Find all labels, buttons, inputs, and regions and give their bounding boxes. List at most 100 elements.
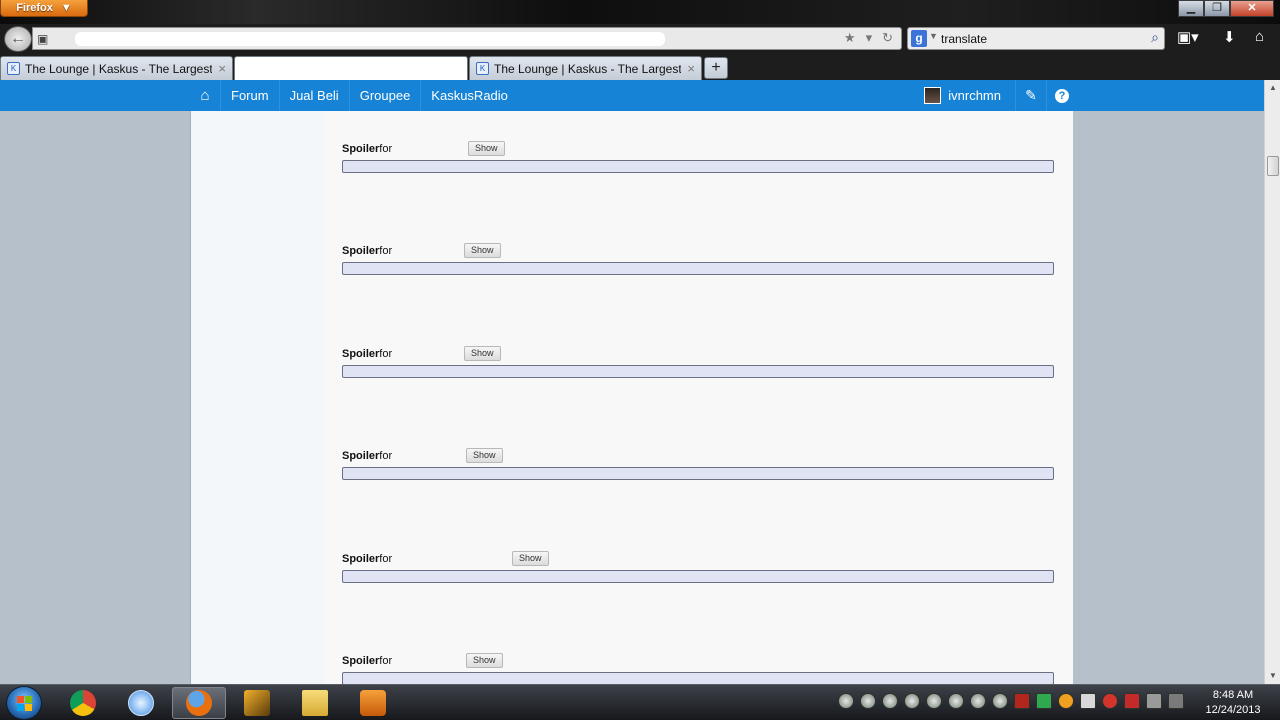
spoiler-for-label: for bbox=[379, 143, 393, 155]
close-window-button[interactable]: ✕ bbox=[1230, 0, 1274, 17]
spoiler-header: Spoiler for bbox=[342, 551, 392, 567]
spoiler-block: Spoiler for Show bbox=[342, 243, 1054, 283]
nav-jual-beli[interactable]: Jual Beli bbox=[278, 80, 349, 111]
pencil-icon[interactable]: ✎ bbox=[1015, 80, 1046, 111]
help-button[interactable]: ? bbox=[1046, 80, 1077, 111]
spoiler-header: Spoiler for bbox=[342, 448, 392, 464]
tray-flag-icon[interactable] bbox=[1080, 693, 1096, 709]
spoiler-show-button[interactable]: Show bbox=[464, 346, 501, 361]
spoiler-block: Spoiler for Show bbox=[342, 551, 1054, 591]
tray-globe-icon[interactable] bbox=[882, 693, 898, 709]
clock-time: 8:48 AM bbox=[1212, 689, 1254, 701]
tab-active-redacted[interactable] bbox=[234, 56, 468, 80]
tray-globe-icon[interactable] bbox=[926, 693, 942, 709]
tray-globe-icon[interactable] bbox=[860, 693, 876, 709]
tab-lounge-2[interactable]: K The Lounge | Kaskus - The Largest In..… bbox=[469, 56, 702, 80]
media-player-icon[interactable] bbox=[346, 687, 400, 719]
bookmarks-menu-icon[interactable]: ▣▾ bbox=[1177, 28, 1199, 46]
volume-icon[interactable] bbox=[1146, 693, 1162, 709]
new-tab-button[interactable]: + bbox=[704, 57, 728, 79]
tray-globe-icon[interactable] bbox=[992, 693, 1008, 709]
avatar[interactable] bbox=[924, 87, 942, 104]
taskbar-clock[interactable]: 8:48 AM 12/24/2013 bbox=[1198, 688, 1268, 718]
spoiler-for-label: for bbox=[379, 655, 393, 667]
bookmark-star-icon[interactable]: ★ bbox=[844, 30, 856, 46]
downloads-icon[interactable]: ⬇ bbox=[1223, 28, 1236, 46]
spoiler-block: Spoiler for Show bbox=[342, 141, 1054, 181]
scroll-up-arrow-icon[interactable]: ▲ bbox=[1265, 80, 1280, 96]
help-icon: ? bbox=[1055, 88, 1069, 103]
tray-person-icon[interactable] bbox=[1014, 693, 1030, 709]
network-icon[interactable] bbox=[1168, 693, 1184, 709]
search-input[interactable]: translate bbox=[941, 32, 987, 46]
maximize-button[interactable]: ❐ bbox=[1204, 0, 1230, 17]
kaskus-favicon-icon: K bbox=[476, 62, 489, 75]
nav-kaskus-radio[interactable]: KaskusRadio bbox=[420, 80, 518, 111]
spoiler-header: Spoiler for bbox=[342, 346, 392, 362]
windows-taskbar: 8:48 AM 12/24/2013 bbox=[0, 684, 1280, 720]
post-content: Spoiler for Show Spoiler for Show Spoiler f… bbox=[324, 111, 1074, 684]
spoiler-show-button[interactable]: Show bbox=[466, 653, 503, 668]
start-button[interactable] bbox=[6, 686, 42, 720]
nav-groupee[interactable]: Groupee bbox=[348, 80, 421, 111]
spoiler-content-box bbox=[342, 467, 1054, 480]
back-button[interactable]: ← bbox=[4, 26, 32, 52]
page-scrollbar[interactable]: ▲ ▼ bbox=[1264, 80, 1280, 684]
firefox-icon[interactable] bbox=[172, 687, 226, 719]
spoiler-content-box bbox=[342, 672, 1054, 684]
file-explorer-icon[interactable] bbox=[288, 687, 342, 719]
tray-globe-icon[interactable] bbox=[838, 693, 854, 709]
tray-red-circle-icon[interactable] bbox=[1102, 693, 1118, 709]
tab-strip: K The Lounge | Kaskus - The Largest In..… bbox=[0, 54, 1280, 80]
tab-close-icon[interactable]: × bbox=[687, 61, 695, 76]
url-bar[interactable]: ▣ ★ ▾ ↻ bbox=[32, 27, 902, 50]
search-go-icon[interactable]: ⌕ bbox=[1151, 29, 1159, 46]
firefox-menu-button[interactable]: Firefox ▼ bbox=[0, 0, 88, 17]
tab-lounge-1[interactable]: K The Lounge | Kaskus - The Largest In..… bbox=[0, 56, 233, 80]
history-dropdown-icon[interactable]: ▾ bbox=[866, 30, 873, 46]
nav-forum[interactable]: Forum bbox=[220, 80, 279, 111]
tray-orange-icon[interactable] bbox=[1058, 693, 1074, 709]
user-area: ivnrchmn ✎ ? bbox=[924, 80, 1077, 111]
kaskus-top-bar: ⌂ Forum Jual Beli Groupee KaskusRadio iv… bbox=[0, 80, 1264, 111]
spoiler-block: Spoiler for Show bbox=[342, 448, 1054, 488]
search-bar[interactable]: g ▼ translate ⌕ bbox=[907, 27, 1165, 50]
winamp-icon[interactable] bbox=[230, 687, 284, 719]
spoiler-show-button[interactable]: Show bbox=[512, 551, 549, 566]
minimize-button[interactable]: ▁ bbox=[1178, 0, 1204, 17]
site-identity-icon[interactable]: ▣ bbox=[37, 32, 48, 46]
firefox-menu-label: Firefox bbox=[16, 2, 53, 14]
spoiler-header: Spoiler for bbox=[342, 653, 392, 669]
chevron-down-icon: ▼ bbox=[60, 2, 72, 14]
home-icon[interactable]: ⌂ bbox=[1255, 28, 1264, 45]
spoiler-content-box bbox=[342, 365, 1054, 378]
left-column bbox=[190, 111, 324, 684]
tray-drive-icon[interactable] bbox=[1036, 693, 1052, 709]
tray-globe-icon[interactable] bbox=[948, 693, 964, 709]
scroll-thumb[interactable] bbox=[1267, 156, 1279, 176]
tray-k-icon[interactable] bbox=[1124, 693, 1140, 709]
spoiler-show-button[interactable]: Show bbox=[464, 243, 501, 258]
google-search-engine-icon[interactable]: g bbox=[911, 30, 927, 47]
spoiler-show-button[interactable]: Show bbox=[466, 448, 503, 463]
tray-globe-icon[interactable] bbox=[904, 693, 920, 709]
spoiler-header: Spoiler for bbox=[342, 243, 392, 259]
kaskus-favicon-icon: K bbox=[7, 62, 20, 75]
engine-dropdown-icon[interactable]: ▼ bbox=[929, 31, 938, 41]
scroll-down-arrow-icon[interactable]: ▼ bbox=[1265, 668, 1280, 684]
navigation-toolbar: ← ▣ ★ ▾ ↻ g ▼ translate ⌕ ▣▾ ⬇ ⌂ bbox=[0, 24, 1280, 54]
username-link[interactable]: ivnrchmn bbox=[948, 88, 1015, 103]
reload-icon[interactable]: ↻ bbox=[882, 30, 893, 46]
tab-close-icon[interactable]: × bbox=[218, 61, 226, 76]
chrome-icon[interactable] bbox=[56, 687, 110, 719]
site-home-icon[interactable]: ⌂ bbox=[190, 80, 220, 111]
windows-logo-icon bbox=[17, 696, 32, 711]
spoiler-for-label: for bbox=[379, 245, 393, 257]
spoiler-show-button[interactable]: Show bbox=[468, 141, 505, 156]
site-nav: ⌂ Forum Jual Beli Groupee KaskusRadio bbox=[190, 80, 518, 111]
itunes-icon[interactable] bbox=[114, 687, 168, 719]
tray-globe-icon[interactable] bbox=[970, 693, 986, 709]
system-tray bbox=[838, 693, 1184, 709]
spoiler-label: Spoiler bbox=[342, 655, 380, 667]
spoiler-block: Spoiler for Show bbox=[342, 346, 1054, 386]
